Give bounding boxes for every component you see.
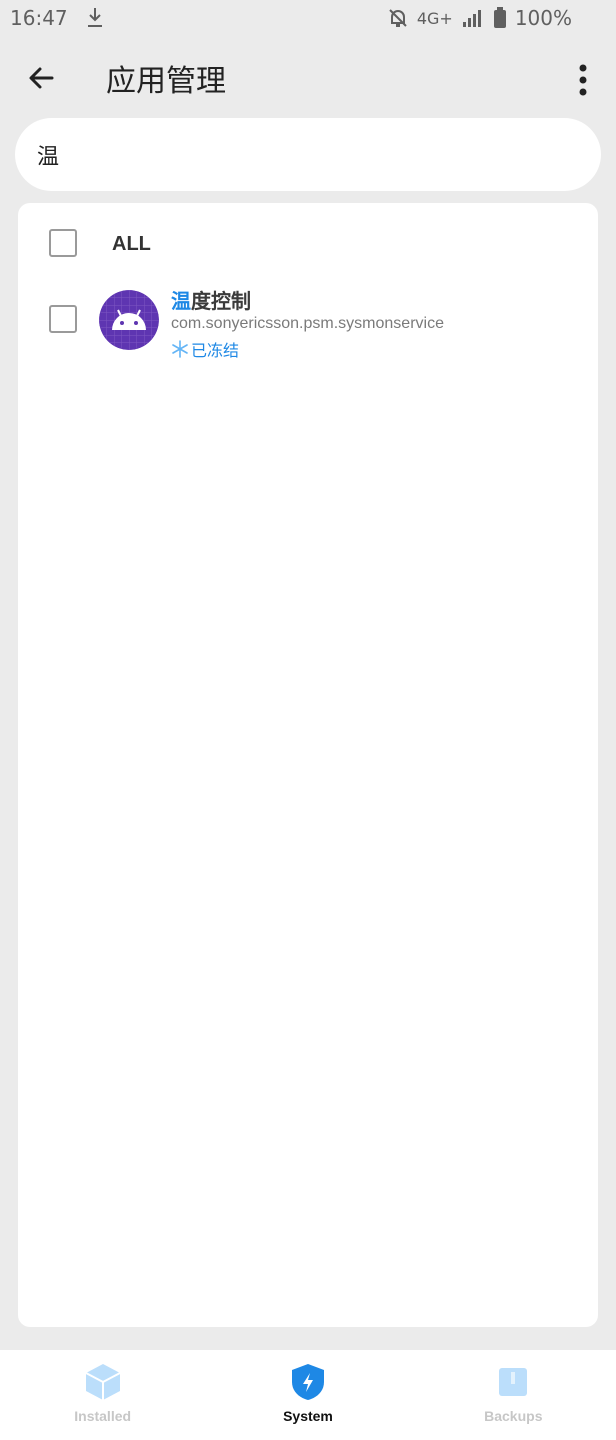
nav-backups-label: Backups <box>484 1408 543 1424</box>
status-bar: 16:47 4G+ 100% <box>0 0 616 36</box>
battery-icon <box>493 7 506 28</box>
cube-icon <box>85 1364 121 1400</box>
snowflake-icon <box>172 340 188 358</box>
frozen-label: 已冻结 <box>191 341 240 360</box>
search-input[interactable]: 温 <box>15 118 601 191</box>
mute-notification-icon <box>389 9 407 27</box>
app-name-rest: 度控制 <box>191 289 251 313</box>
nav-system[interactable]: System <box>208 1350 408 1440</box>
nav-system-label: System <box>283 1408 333 1424</box>
android-icon <box>99 290 159 350</box>
nav-installed[interactable]: Installed <box>3 1350 203 1440</box>
nav-backups[interactable]: Backups <box>413 1350 613 1440</box>
app-name-highlight: 温 <box>171 289 191 313</box>
frozen-status: 已冻结 <box>171 337 239 361</box>
app-name: 温度控制 <box>171 285 251 314</box>
network-type: 4G+ <box>416 8 453 28</box>
nav-installed-label: Installed <box>74 1408 132 1424</box>
app-bar: 应用管理 <box>0 40 616 116</box>
select-all-checkbox[interactable] <box>49 229 77 257</box>
signal-icon <box>462 10 481 27</box>
page-title: 应用管理 <box>106 64 226 99</box>
app-package-name: com.sonyericsson.psm.sysmonservice <box>171 315 444 332</box>
app-list-panel: ALL 温度控制 com.sonyericsson.psm.sysmonserv… <box>18 203 598 1327</box>
search-query: 温 <box>37 144 60 170</box>
download-icon <box>87 8 102 27</box>
more-options-icon[interactable] <box>570 60 596 100</box>
shield-bolt-icon <box>291 1364 324 1400</box>
archive-icon <box>499 1368 528 1396</box>
battery-level: 100% <box>514 6 572 30</box>
status-time: 16:47 <box>10 6 68 30</box>
select-all-label: ALL <box>112 233 151 255</box>
item-checkbox[interactable] <box>49 305 77 333</box>
back-arrow-icon[interactable] <box>24 60 60 96</box>
bottom-navigation: Installed System Backups <box>0 1350 616 1440</box>
